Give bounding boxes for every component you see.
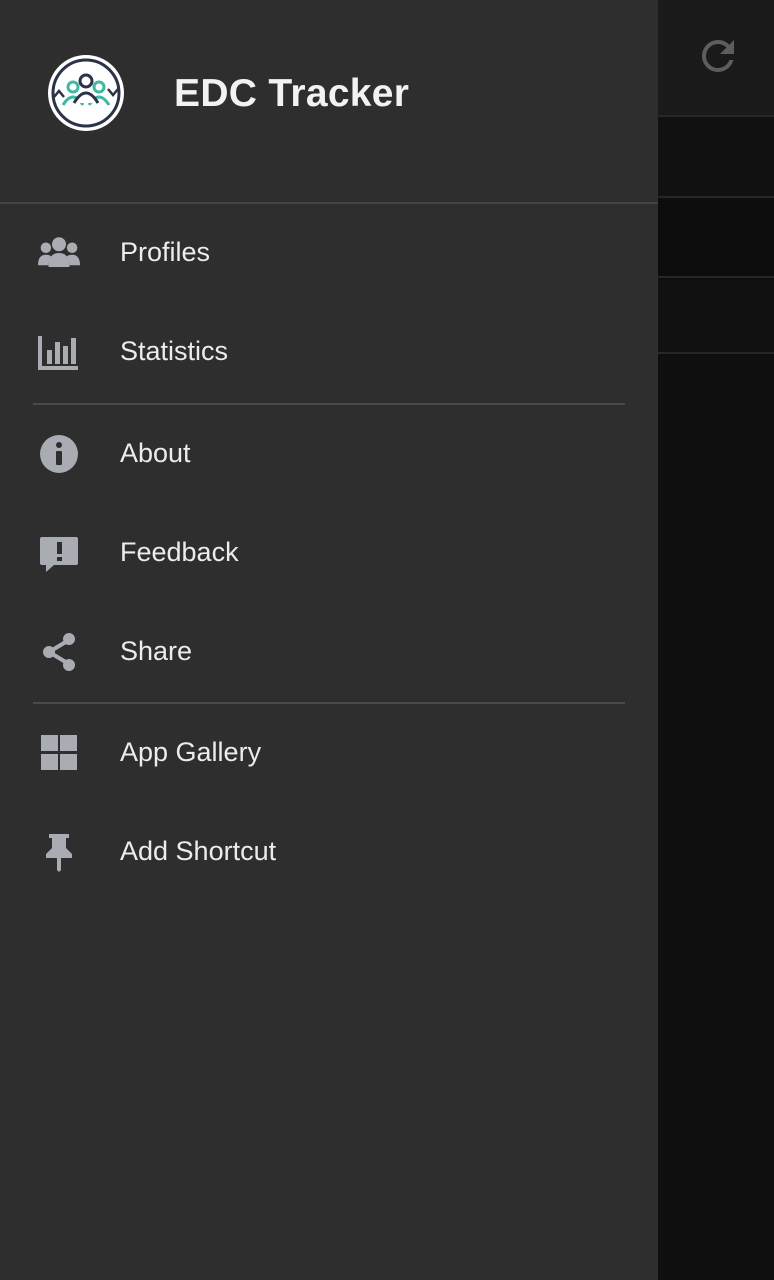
menu-item-label: Feedback [120, 537, 239, 567]
menu-item-profiles[interactable]: Profiles [0, 203, 658, 302]
bar-chart-icon [38, 332, 80, 372]
menu-item-about[interactable]: About [0, 404, 658, 503]
feedback-icon [38, 533, 80, 573]
app-title: EDC Tracker [174, 72, 410, 115]
menu-item-add-shortcut[interactable]: Add Shortcut [0, 802, 658, 901]
pin-icon [38, 832, 80, 872]
menu-item-label: About [120, 438, 191, 468]
app-logo-icon [46, 53, 126, 133]
menu-item-app-gallery[interactable]: App Gallery [0, 703, 658, 802]
menu-item-label: App Gallery [120, 737, 262, 767]
refresh-icon[interactable] [694, 32, 742, 80]
drawer-header: EDC Tracker [0, 0, 658, 204]
people-icon [38, 233, 80, 273]
info-icon [38, 434, 80, 474]
menu-item-label: Share [120, 636, 193, 666]
menu-item-share[interactable]: Share [0, 602, 658, 701]
menu-item-label: Add Shortcut [120, 836, 277, 866]
menu-item-feedback[interactable]: Feedback [0, 503, 658, 602]
screen: EDC Tracker Profiles Statistics About Fe… [0, 0, 774, 1280]
menu-item-statistics[interactable]: Statistics [0, 302, 658, 401]
menu-item-label: Statistics [120, 336, 229, 366]
menu-item-label: Profiles [120, 237, 211, 267]
navigation-drawer: EDC Tracker Profiles Statistics About Fe… [0, 0, 658, 1280]
share-icon [38, 632, 80, 672]
grid-icon [38, 733, 80, 773]
